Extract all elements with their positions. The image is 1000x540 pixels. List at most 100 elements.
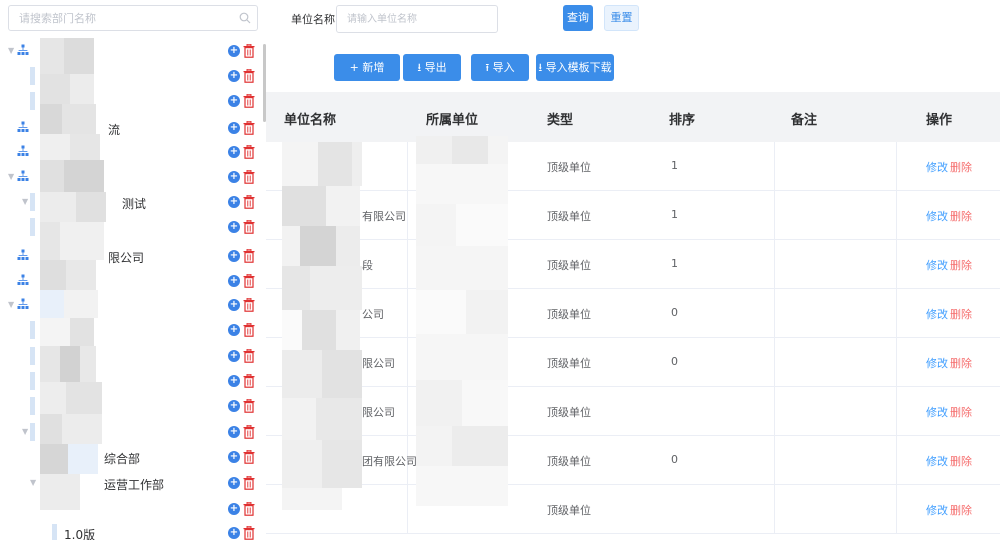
trash-icon[interactable] xyxy=(243,249,255,263)
edit-link[interactable]: 修改 xyxy=(926,306,948,322)
add-circle-icon[interactable]: + xyxy=(228,122,240,134)
node-marker xyxy=(30,218,35,236)
import-template-download-button[interactable]: ⭳ 导入模板下载 xyxy=(536,54,614,81)
add-circle-icon[interactable]: + xyxy=(228,375,240,387)
unit-name-filter-box[interactable] xyxy=(336,5,498,33)
trash-icon[interactable] xyxy=(243,399,255,413)
expand-arrow-icon[interactable]: ▼ xyxy=(8,46,14,55)
add-circle-icon[interactable]: + xyxy=(228,221,240,233)
add-circle-icon[interactable]: + xyxy=(228,70,240,82)
department-tree-panel: ▼ + + + 流+ xyxy=(0,0,266,540)
add-circle-icon[interactable]: + xyxy=(228,196,240,208)
org-tree-icon xyxy=(17,274,29,285)
add-circle-icon[interactable]: + xyxy=(228,299,240,311)
unit-name-filter-input[interactable] xyxy=(347,12,487,26)
column-divider xyxy=(896,191,897,239)
edit-link[interactable]: 修改 xyxy=(926,208,948,224)
delete-link[interactable]: 删除 xyxy=(950,355,972,371)
tree-pixelated-area xyxy=(40,38,136,514)
node-marker xyxy=(30,372,35,390)
trash-icon[interactable] xyxy=(243,476,255,490)
delete-link[interactable]: 删除 xyxy=(950,159,972,175)
column-divider xyxy=(896,142,897,190)
delete-link[interactable]: 删除 xyxy=(950,502,972,518)
org-tree-icon xyxy=(17,298,29,309)
edit-link[interactable]: 修改 xyxy=(926,355,948,371)
expand-arrow-icon[interactable]: ▼ xyxy=(22,427,28,436)
trash-icon[interactable] xyxy=(243,44,255,58)
trash-icon[interactable] xyxy=(243,450,255,464)
cell-order: 1 xyxy=(671,208,678,221)
trash-icon[interactable] xyxy=(243,69,255,83)
expand-arrow-icon[interactable]: ▼ xyxy=(8,172,14,181)
edit-link[interactable]: 修改 xyxy=(926,159,948,175)
add-button[interactable]: + 新增 xyxy=(334,54,400,81)
edit-link[interactable]: 修改 xyxy=(926,257,948,273)
tree-node[interactable]: 1.0版 + xyxy=(0,522,262,540)
reset-button[interactable]: 重置 xyxy=(604,5,639,31)
cell-type: 顶级单位 xyxy=(547,161,591,174)
trash-icon[interactable] xyxy=(243,195,255,209)
department-search-box[interactable] xyxy=(8,5,258,31)
trash-icon[interactable] xyxy=(243,94,255,108)
delete-link[interactable]: 删除 xyxy=(950,453,972,469)
add-circle-icon[interactable]: + xyxy=(228,400,240,412)
search-icon[interactable] xyxy=(239,12,251,24)
delete-link[interactable]: 删除 xyxy=(950,306,972,322)
column-header-unit-name: 单位名称 xyxy=(284,113,337,128)
import-button[interactable]: ⭱ 导入 xyxy=(471,54,529,81)
trash-icon[interactable] xyxy=(243,425,255,439)
add-circle-icon[interactable]: + xyxy=(228,451,240,463)
cell-type: 顶级单位 xyxy=(547,455,591,468)
column-divider xyxy=(774,191,775,239)
add-circle-icon[interactable]: + xyxy=(228,250,240,262)
add-circle-icon[interactable]: + xyxy=(228,426,240,438)
expand-arrow-icon[interactable]: ▼ xyxy=(8,300,14,309)
department-search-input[interactable] xyxy=(19,10,229,26)
node-marker xyxy=(30,347,35,365)
trash-icon[interactable] xyxy=(243,502,255,516)
node-marker xyxy=(52,524,57,540)
add-circle-icon[interactable]: + xyxy=(228,171,240,183)
add-circle-icon[interactable]: + xyxy=(228,146,240,158)
trash-icon[interactable] xyxy=(243,121,255,135)
export-button[interactable]: ⭳ 导出 xyxy=(403,54,461,81)
edit-link[interactable]: 修改 xyxy=(926,502,948,518)
add-circle-icon[interactable]: + xyxy=(228,350,240,362)
trash-icon[interactable] xyxy=(243,145,255,159)
trash-icon[interactable] xyxy=(243,323,255,337)
trash-icon[interactable] xyxy=(243,170,255,184)
trash-icon[interactable] xyxy=(243,298,255,312)
add-circle-icon[interactable]: + xyxy=(228,275,240,287)
cell-type: 顶级单位 xyxy=(547,406,591,419)
add-circle-icon[interactable]: + xyxy=(228,503,240,515)
add-circle-icon[interactable]: + xyxy=(228,324,240,336)
column-divider xyxy=(896,436,897,484)
trash-icon[interactable] xyxy=(243,374,255,388)
edit-link[interactable]: 修改 xyxy=(926,404,948,420)
column-divider xyxy=(774,142,775,190)
add-circle-icon[interactable]: + xyxy=(228,477,240,489)
column-header-actions: 操作 xyxy=(926,113,953,128)
column-divider xyxy=(774,240,775,288)
delete-link[interactable]: 删除 xyxy=(950,208,972,224)
trash-icon[interactable] xyxy=(243,274,255,288)
org-tree-icon xyxy=(17,170,29,181)
expand-arrow-icon[interactable]: ▼ xyxy=(22,197,28,206)
add-circle-icon[interactable]: + xyxy=(228,527,240,539)
delete-link[interactable]: 删除 xyxy=(950,257,972,273)
delete-link[interactable]: 删除 xyxy=(950,404,972,420)
node-marker xyxy=(30,92,35,110)
query-button[interactable]: 查询 xyxy=(563,5,593,31)
trash-icon[interactable] xyxy=(243,220,255,234)
add-circle-icon[interactable]: + xyxy=(228,45,240,57)
trash-icon[interactable] xyxy=(243,526,255,540)
cell-order: 1 xyxy=(671,257,678,270)
edit-link[interactable]: 修改 xyxy=(926,453,948,469)
unit-management-panel: 单位名称 查询 重置 + 新增 ⭳ 导出 ⭱ 导入 ⭳ 导入模板下载 单位名称 … xyxy=(266,0,1000,540)
expand-arrow-icon[interactable]: ▼ xyxy=(30,478,36,487)
trash-icon[interactable] xyxy=(243,349,255,363)
node-marker xyxy=(30,321,35,339)
column-header-order: 排序 xyxy=(669,113,696,128)
add-circle-icon[interactable]: + xyxy=(228,95,240,107)
